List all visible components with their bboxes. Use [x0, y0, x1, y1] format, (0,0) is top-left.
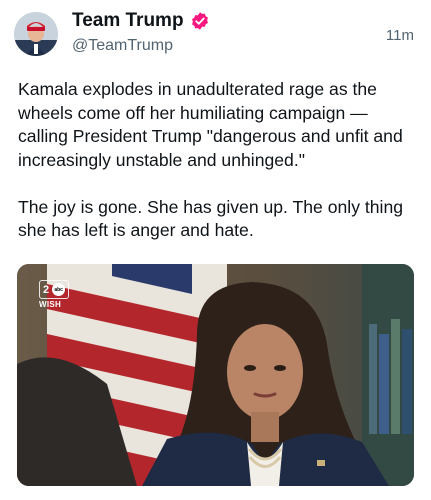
channel-watermark: 2 abc WISH — [39, 280, 70, 309]
post-header: Team Trump @TeamTrump 11m — [0, 0, 431, 66]
post-text: Kamala explodes in unadulterated rage as… — [18, 79, 404, 240]
network-logo: abc — [52, 283, 66, 296]
avatar[interactable] — [14, 12, 58, 56]
station-label: WISH — [39, 300, 62, 309]
display-name[interactable]: Team Trump — [72, 10, 184, 32]
channel-number: 2 — [43, 283, 50, 296]
verified-badge-icon — [191, 12, 208, 30]
handle[interactable]: @TeamTrump — [72, 37, 173, 55]
name-row: Team Trump — [72, 10, 210, 32]
avatar-image — [14, 12, 58, 56]
timestamp[interactable]: 11m — [386, 27, 414, 44]
video-thumbnail — [17, 264, 414, 486]
post-media[interactable]: 2 abc WISH — [17, 264, 414, 486]
